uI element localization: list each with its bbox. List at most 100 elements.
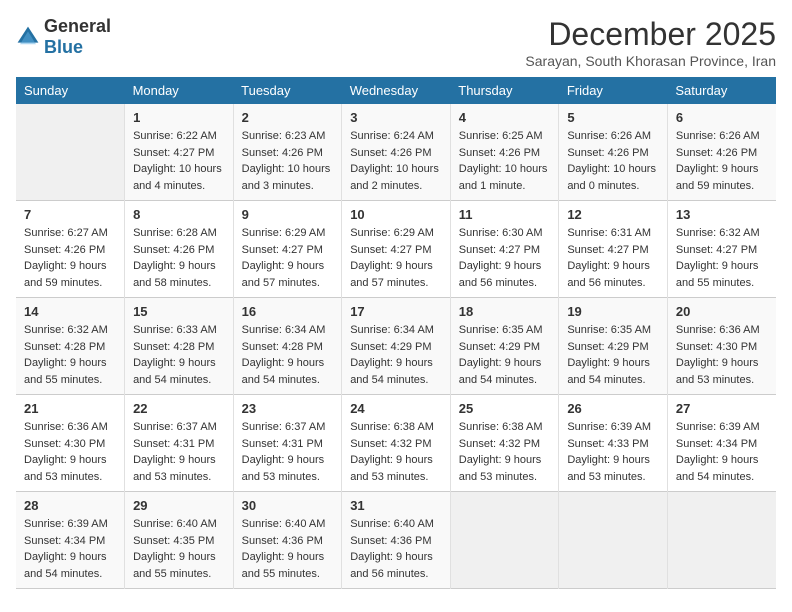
calendar-cell: 10 Sunrise: 6:29 AMSunset: 4:27 PMDayligh… [342,201,451,298]
day-info: Sunrise: 6:37 AMSunset: 4:31 PMDaylight:… [242,419,334,485]
calendar-cell: 18 Sunrise: 6:35 AMSunset: 4:29 PMDayligh… [450,298,559,395]
calendar-cell: 6 Sunrise: 6:26 AMSunset: 4:26 PMDaylight… [667,104,776,201]
day-info: Sunrise: 6:33 AMSunset: 4:28 PMDaylight:… [133,322,225,388]
day-number: 27 [676,401,768,416]
calendar-cell [450,492,559,589]
calendar-cell: 11 Sunrise: 6:30 AMSunset: 4:27 PMDayligh… [450,201,559,298]
day-number: 30 [242,498,334,513]
day-info: Sunrise: 6:26 AMSunset: 4:26 PMDaylight:… [676,128,768,194]
calendar-cell: 2 Sunrise: 6:23 AMSunset: 4:26 PMDaylight… [233,104,342,201]
day-info: Sunrise: 6:31 AMSunset: 4:27 PMDaylight:… [567,225,659,291]
weekday-header-monday: Monday [125,77,234,104]
month-title: December 2025 [525,16,776,53]
day-info: Sunrise: 6:26 AMSunset: 4:26 PMDaylight:… [567,128,659,194]
day-number: 11 [459,207,551,222]
day-info: Sunrise: 6:23 AMSunset: 4:26 PMDaylight:… [242,128,334,194]
location-subtitle: Sarayan, South Khorasan Province, Iran [525,53,776,69]
day-info: Sunrise: 6:32 AMSunset: 4:28 PMDaylight:… [24,322,116,388]
day-number: 28 [24,498,116,513]
calendar-cell [16,104,125,201]
calendar-cell: 26Sunrise: 6:39 AMSunset: 4:33 PMDayligh… [559,395,668,492]
day-number: 6 [676,110,768,125]
day-number: 12 [567,207,659,222]
calendar-body: 1 Sunrise: 6:22 AMSunset: 4:27 PMDaylight… [16,104,776,589]
day-number: 17 [350,304,442,319]
weekday-header-thursday: Thursday [450,77,559,104]
calendar-week-row: 1 Sunrise: 6:22 AMSunset: 4:27 PMDaylight… [16,104,776,201]
day-info: Sunrise: 6:35 AMSunset: 4:29 PMDaylight:… [459,322,551,388]
calendar-cell: 28 Sunrise: 6:39 AMSunset: 4:34 PMDayligh… [16,492,125,589]
calendar-cell: 22Sunrise: 6:37 AMSunset: 4:31 PMDayligh… [125,395,234,492]
calendar-cell: 31 Sunrise: 6:40 AMSunset: 4:36 PMDayligh… [342,492,451,589]
day-info: Sunrise: 6:30 AMSunset: 4:27 PMDaylight:… [459,225,551,291]
day-info: Sunrise: 6:32 AMSunset: 4:27 PMDaylight:… [676,225,768,291]
calendar-week-row: 21 Sunrise: 6:36 AMSunset: 4:30 PMDayligh… [16,395,776,492]
day-info: Sunrise: 6:29 AMSunset: 4:27 PMDaylight:… [350,225,442,291]
day-number: 18 [459,304,551,319]
day-info: Sunrise: 6:22 AMSunset: 4:27 PMDaylight:… [133,128,225,194]
calendar-cell: 24Sunrise: 6:38 AMSunset: 4:32 PMDayligh… [342,395,451,492]
day-number: 16 [242,304,334,319]
day-info: Sunrise: 6:36 AMSunset: 4:30 PMDaylight:… [676,322,768,388]
day-number: 24 [350,401,442,416]
logo-text-blue: Blue [44,37,83,57]
day-info: Sunrise: 6:34 AMSunset: 4:28 PMDaylight:… [242,322,334,388]
day-number: 8 [133,207,225,222]
weekday-header-tuesday: Tuesday [233,77,342,104]
day-info: Sunrise: 6:24 AMSunset: 4:26 PMDaylight:… [350,128,442,194]
day-info: Sunrise: 6:28 AMSunset: 4:26 PMDaylight:… [133,225,225,291]
day-number: 15 [133,304,225,319]
day-info: Sunrise: 6:38 AMSunset: 4:32 PMDaylight:… [459,419,551,485]
day-info: Sunrise: 6:39 AMSunset: 4:34 PMDaylight:… [676,419,768,485]
day-number: 22 [133,401,225,416]
day-info: Sunrise: 6:36 AMSunset: 4:30 PMDaylight:… [24,419,116,485]
day-number: 21 [24,401,116,416]
day-number: 19 [567,304,659,319]
calendar-cell: 4 Sunrise: 6:25 AMSunset: 4:26 PMDaylight… [450,104,559,201]
weekday-header-wednesday: Wednesday [342,77,451,104]
title-block: December 2025 Sarayan, South Khorasan Pr… [525,16,776,69]
calendar-cell: 25Sunrise: 6:38 AMSunset: 4:32 PMDayligh… [450,395,559,492]
calendar-cell: 9Sunrise: 6:29 AMSunset: 4:27 PMDaylight… [233,201,342,298]
calendar-cell: 17Sunrise: 6:34 AMSunset: 4:29 PMDayligh… [342,298,451,395]
day-number: 5 [567,110,659,125]
day-number: 14 [24,304,116,319]
calendar-header: SundayMondayTuesdayWednesdayThursdayFrid… [16,77,776,104]
day-info: Sunrise: 6:39 AMSunset: 4:34 PMDaylight:… [24,516,116,582]
day-number: 20 [676,304,768,319]
calendar-week-row: 14 Sunrise: 6:32 AMSunset: 4:28 PMDayligh… [16,298,776,395]
day-number: 7 [24,207,116,222]
day-number: 29 [133,498,225,513]
calendar-cell: 23Sunrise: 6:37 AMSunset: 4:31 PMDayligh… [233,395,342,492]
logo: General Blue [16,16,111,58]
day-info: Sunrise: 6:39 AMSunset: 4:33 PMDaylight:… [567,419,659,485]
day-info: Sunrise: 6:40 AMSunset: 4:35 PMDaylight:… [133,516,225,582]
calendar-cell: 13 Sunrise: 6:32 AMSunset: 4:27 PMDayligh… [667,201,776,298]
calendar-cell: 30Sunrise: 6:40 AMSunset: 4:36 PMDayligh… [233,492,342,589]
calendar-cell: 21 Sunrise: 6:36 AMSunset: 4:30 PMDayligh… [16,395,125,492]
day-number: 10 [350,207,442,222]
weekday-header-friday: Friday [559,77,668,104]
calendar-cell: 1 Sunrise: 6:22 AMSunset: 4:27 PMDaylight… [125,104,234,201]
calendar-table: SundayMondayTuesdayWednesdayThursdayFrid… [16,77,776,589]
calendar-cell: 29 Sunrise: 6:40 AMSunset: 4:35 PMDayligh… [125,492,234,589]
calendar-cell: 20 Sunrise: 6:36 AMSunset: 4:30 PMDayligh… [667,298,776,395]
day-number: 4 [459,110,551,125]
logo-icon [16,25,40,49]
day-info: Sunrise: 6:35 AMSunset: 4:29 PMDaylight:… [567,322,659,388]
day-number: 31 [350,498,442,513]
day-info: Sunrise: 6:40 AMSunset: 4:36 PMDaylight:… [350,516,442,582]
day-info: Sunrise: 6:29 AMSunset: 4:27 PMDaylight:… [242,225,334,291]
day-info: Sunrise: 6:27 AMSunset: 4:26 PMDaylight:… [24,225,116,291]
day-number: 13 [676,207,768,222]
day-number: 1 [133,110,225,125]
calendar-cell [559,492,668,589]
weekday-header-saturday: Saturday [667,77,776,104]
calendar-cell: 12 Sunrise: 6:31 AMSunset: 4:27 PMDayligh… [559,201,668,298]
calendar-cell: 16 Sunrise: 6:34 AMSunset: 4:28 PMDayligh… [233,298,342,395]
weekday-header-sunday: Sunday [16,77,125,104]
calendar-cell [667,492,776,589]
day-number: 2 [242,110,334,125]
calendar-cell: 3Sunrise: 6:24 AMSunset: 4:26 PMDaylight… [342,104,451,201]
day-info: Sunrise: 6:25 AMSunset: 4:26 PMDaylight:… [459,128,551,194]
